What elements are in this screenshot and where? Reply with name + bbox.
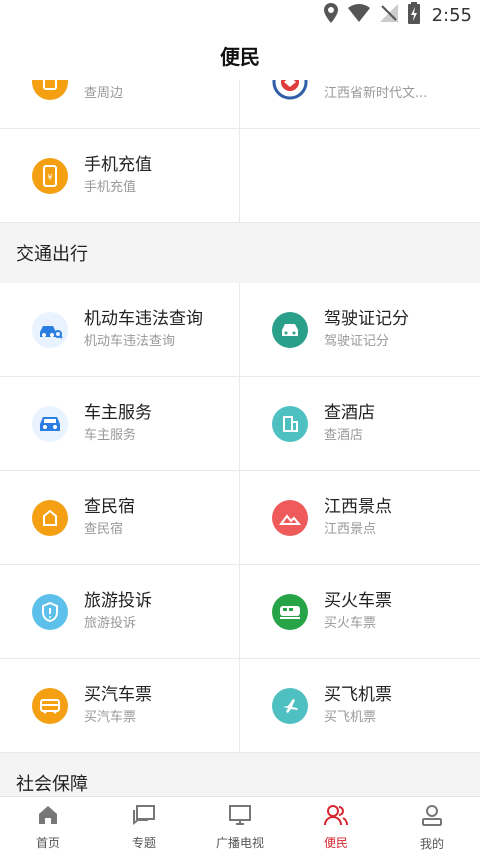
- tab-label: 便民: [323, 835, 348, 850]
- tab-people[interactable]: 便民: [288, 797, 384, 857]
- tab-home[interactable]: 首页: [0, 797, 96, 857]
- service-item[interactable]: 买火车票 买火车票: [240, 565, 480, 659]
- train-icon: [272, 593, 308, 630]
- home-icon: [37, 804, 59, 830]
- service-subtitle: 买飞机票: [324, 709, 377, 725]
- tab-tv[interactable]: 广播电视: [192, 797, 288, 857]
- clock-time: 2:55: [431, 4, 472, 26]
- service-title: 驾驶证记分: [324, 308, 409, 329]
- service-item[interactable]: 查周边查周边: [0, 80, 240, 129]
- section-title: 交通出行: [0, 223, 480, 283]
- battery-icon: [407, 2, 420, 28]
- wifi-icon: [347, 4, 370, 26]
- service-item[interactable]: 买飞机票 买飞机票: [240, 659, 480, 753]
- status-icons: 2:55: [323, 2, 472, 28]
- tab-chat[interactable]: 专题: [96, 797, 192, 857]
- service-item[interactable]: 旅游投诉 旅游投诉: [0, 565, 240, 659]
- service-title: 江西省新时代文...: [324, 80, 459, 82]
- service-subtitle: 车主服务: [84, 427, 137, 443]
- service-title: 买飞机票: [324, 684, 392, 705]
- service-item[interactable]: ¥ 手机充值 手机充值: [0, 129, 240, 223]
- mountain-icon: [272, 499, 308, 536]
- service-item[interactable]: 买汽车票 买汽车票: [0, 659, 240, 753]
- content-scroll[interactable]: 查周边查周边江西省新时代文...江西省新时代文...¥手机充值手机充值 交通出行…: [0, 80, 480, 796]
- service-subtitle: 江西景点: [324, 521, 377, 537]
- plane-icon: [272, 687, 308, 724]
- bottom-tab-bar: 首页 专题 广播电视 便民 我的: [0, 796, 480, 857]
- tab-user[interactable]: 我的: [384, 797, 480, 857]
- service-item[interactable]: 查民宿 查民宿: [0, 471, 240, 565]
- shield-alert-icon: [32, 593, 68, 630]
- service-title: 查酒店: [324, 402, 375, 423]
- user-icon: [420, 803, 444, 831]
- service-subtitle: 江西省新时代文...: [324, 85, 428, 101]
- service-title: 买火车票: [324, 590, 392, 611]
- service-grid-top: 查周边查周边江西省新时代文...江西省新时代文...¥手机充值手机充值: [0, 80, 480, 223]
- tv-icon: [228, 804, 252, 830]
- service-title: 机动车违法查询: [84, 308, 203, 329]
- hotel-icon: [272, 405, 308, 442]
- service-grid: 机动车违法查询 机动车违法查询 驾驶证记分 驾驶证记分 车主服务 车主服务 查酒店 查酒店 查民…: [0, 283, 480, 753]
- section-title: 社会保障: [0, 753, 480, 796]
- status-bar: 2:55: [0, 0, 480, 30]
- service-subtitle: 驾驶证记分: [324, 333, 390, 349]
- service-item: [240, 129, 480, 223]
- emblem-icon: [272, 80, 308, 100]
- service-subtitle: 旅游投诉: [84, 615, 137, 631]
- svg-text:¥: ¥: [47, 173, 52, 182]
- tab-label: 专题: [131, 835, 156, 850]
- service-subtitle: 机动车违法查询: [84, 333, 176, 349]
- page-title: 便民: [220, 44, 260, 69]
- car-search-icon: [32, 311, 68, 348]
- tab-label: 广播电视: [215, 835, 264, 850]
- service-title: 江西景点: [324, 496, 392, 517]
- service-item[interactable]: 江西省新时代文... 江西省新时代文...: [240, 80, 480, 129]
- chat-icon: [132, 804, 156, 830]
- service-subtitle: 查周边: [84, 85, 124, 101]
- car-icon: [272, 311, 308, 348]
- service-subtitle: 买汽车票: [84, 709, 137, 725]
- tab-label: 我的: [419, 836, 444, 851]
- service-item[interactable]: 机动车违法查询 机动车违法查询: [0, 283, 240, 377]
- service-item[interactable]: 查酒店 查酒店: [240, 377, 480, 471]
- service-subtitle: 查酒店: [324, 427, 364, 443]
- car-front-icon: [32, 405, 68, 442]
- service-title: 车主服务: [84, 402, 152, 423]
- service-title: 查周边: [84, 80, 135, 82]
- service-item[interactable]: 车主服务 车主服务: [0, 377, 240, 471]
- service-item[interactable]: 驾驶证记分 驾驶证记分: [240, 283, 480, 377]
- homestay-icon: [32, 499, 68, 536]
- no-signal-icon: [379, 4, 398, 26]
- service-subtitle: 手机充值: [84, 179, 137, 195]
- service-item[interactable]: 江西景点 江西景点: [240, 471, 480, 565]
- service-title: 手机充值: [84, 154, 152, 175]
- bus-icon: [32, 687, 68, 724]
- page-header: 便民: [0, 30, 480, 80]
- location-bag-icon: [32, 80, 68, 100]
- service-title: 买汽车票: [84, 684, 152, 705]
- people-icon: [323, 804, 349, 830]
- location-icon: [323, 3, 338, 27]
- service-subtitle: 买火车票: [324, 615, 377, 631]
- service-subtitle: 查民宿: [84, 521, 124, 537]
- phone-recharge-icon: ¥: [32, 157, 68, 194]
- tab-label: 首页: [35, 835, 60, 850]
- service-title: 旅游投诉: [84, 590, 152, 611]
- service-title: 查民宿: [84, 496, 135, 517]
